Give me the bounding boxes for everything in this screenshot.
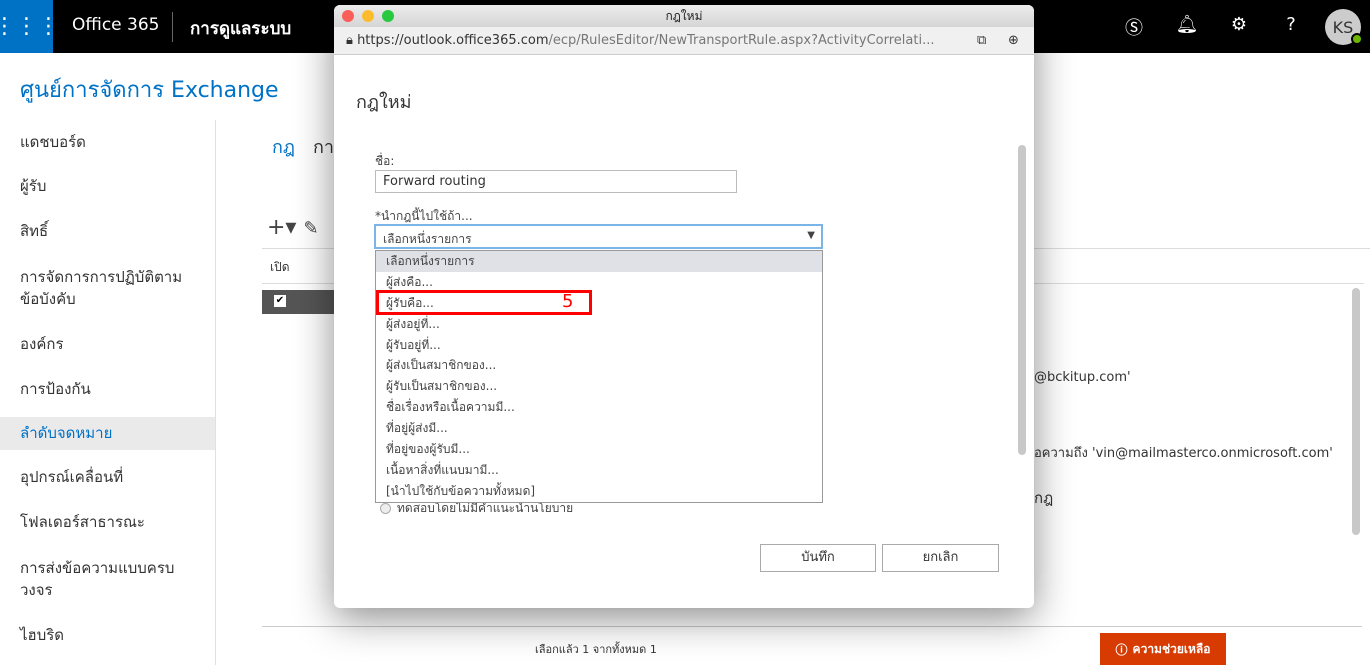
sidebar-item-organization[interactable]: องค์กร: [0, 322, 215, 367]
gear-icon[interactable]: ⚙: [1227, 14, 1251, 35]
url-path: /ecp/RulesEditor/NewTransportRule.aspx?A…: [548, 33, 935, 48]
option[interactable]: เลือกหนึ่งรายการ: [376, 251, 822, 272]
detail-heading: กฎ: [1034, 489, 1054, 507]
add-icon[interactable]: +▾: [267, 215, 296, 240]
sidebar-item-mobile[interactable]: อุปกรณ์เคลื่อนที่: [0, 455, 215, 500]
page-title: ศูนย์การจัดการ Exchange: [20, 78, 279, 103]
divider: [262, 626, 1362, 627]
option[interactable]: ผู้ส่งเป็นสมาชิกของ...: [376, 355, 822, 376]
option[interactable]: เนื้อหาสิ่งที่แนบมามี...: [376, 460, 822, 481]
edit-icon[interactable]: ✎: [303, 218, 318, 239]
tab-rules[interactable]: กฎ: [272, 132, 295, 161]
option[interactable]: ผู้รับเป็นสมาชิกของ...: [376, 376, 822, 397]
sidebar-item-unified-messaging[interactable]: การส่งข้อความแบบครบวงจร: [0, 545, 200, 613]
minimize-icon[interactable]: [362, 10, 374, 22]
step-annotation: 5: [562, 291, 574, 312]
option[interactable]: ที่อยู่ผู้ส่งมี...: [376, 418, 822, 439]
sidebar-item-recipients[interactable]: ผู้รับ: [0, 164, 215, 209]
sidebar: แดชบอร์ด ผู้รับ สิทธิ์ การจัดการการปฏิบั…: [0, 120, 216, 665]
dialog-heading: กฎใหม่: [356, 92, 412, 113]
help-circle-icon: ⓘ: [1115, 642, 1128, 657]
name-label: ชื่อ:: [375, 154, 395, 168]
url-host: https://outlook.office365.com: [357, 33, 549, 48]
help-icon[interactable]: ?: [1279, 14, 1303, 35]
checkbox[interactable]: ✔: [274, 295, 286, 307]
sidebar-item-mail-flow[interactable]: ลำดับจดหมาย: [0, 417, 215, 450]
option[interactable]: ผู้รับอยู่ที่...: [376, 335, 822, 356]
bell-icon[interactable]: 🔔︎: [1175, 14, 1199, 35]
option[interactable]: ผู้ส่งอยู่ที่...: [376, 314, 822, 335]
option[interactable]: ที่อยู่ของผู้รับมี...: [376, 439, 822, 460]
scrollbar[interactable]: [1352, 288, 1360, 535]
tab-message-trace[interactable]: กา: [313, 132, 334, 161]
window-titlebar: กฎใหม่: [334, 5, 1034, 27]
sidebar-item-protection[interactable]: การป้องกัน: [0, 367, 215, 412]
cancel-button[interactable]: ยกเลิก: [882, 544, 999, 572]
dialog-scrollbar[interactable]: [1018, 145, 1026, 455]
sidebar-item-compliance[interactable]: การจัดการการปฏิบัติตามข้อบังคับ: [0, 254, 216, 322]
url-bar[interactable]: 🔒︎ https://outlook.office365.com/ecp/Rul…: [334, 27, 1034, 55]
highlight-box: [376, 290, 592, 315]
presence-icon: [1351, 33, 1363, 45]
name-field[interactable]: Forward routing: [375, 170, 737, 193]
radio-icon[interactable]: [380, 503, 391, 514]
help-label: ความช่วยเหลือ: [1132, 641, 1211, 656]
detail-text: อความถึง 'vin@mailmasterco.onmicrosoft.c…: [1034, 446, 1333, 461]
app-title[interactable]: การดูแลระบบ: [190, 15, 291, 42]
save-button[interactable]: บันทึก: [760, 544, 876, 572]
condition-options: เลือกหนึ่งรายการ ผู้ส่งคือ... ผู้รับคือ.…: [375, 250, 823, 503]
sidebar-item-hybrid[interactable]: ไฮบริด: [0, 613, 215, 658]
waffle-icon[interactable]: ⋮⋮⋮: [0, 0, 60, 53]
condition-select[interactable]: เลือกหนึ่งรายการ ▼: [374, 224, 823, 249]
avatar-initials: KS: [1332, 17, 1354, 37]
help-button[interactable]: ⓘ ความช่วยเหลือ: [1100, 633, 1226, 665]
divider: [262, 283, 342, 284]
close-icon[interactable]: [342, 10, 354, 22]
toolbar: +▾ ✎: [267, 215, 319, 240]
divider: [172, 12, 173, 42]
sidebar-item-public-folders[interactable]: โฟลเดอร์สาธารณะ: [0, 500, 215, 545]
new-rule-dialog: กฎใหม่ 🔒︎ https://outlook.office365.com/…: [334, 5, 1034, 608]
translate-icon[interactable]: ⧉: [977, 27, 986, 55]
maximize-icon[interactable]: [382, 10, 394, 22]
lock-icon: 🔒︎: [346, 33, 353, 48]
sidebar-item-dashboard[interactable]: แดชบอร์ด: [0, 120, 215, 164]
window-title: กฎใหม่: [665, 9, 703, 23]
avatar[interactable]: KS: [1325, 9, 1363, 45]
dropdown-arrow-icon: ▼: [807, 230, 815, 241]
option[interactable]: [นำไปใช้กับข้อความทั้งหมด]: [376, 481, 822, 502]
zoom-icon[interactable]: ⊕: [1008, 27, 1019, 55]
detail-text: @bckitup.com': [1034, 370, 1131, 385]
selection-count: เลือกแล้ว 1 จากทั้งหมด 1: [535, 643, 657, 656]
brand[interactable]: Office 365: [72, 15, 159, 35]
column-header-on[interactable]: เปิด: [270, 258, 290, 277]
sidebar-item-permissions[interactable]: สิทธิ์: [0, 209, 215, 254]
skype-icon[interactable]: Ⓢ: [1122, 14, 1146, 40]
option[interactable]: ชื่อเรื่องหรือเนื้อความมี...: [376, 397, 822, 418]
select-value: เลือกหนึ่งรายการ: [383, 232, 472, 246]
